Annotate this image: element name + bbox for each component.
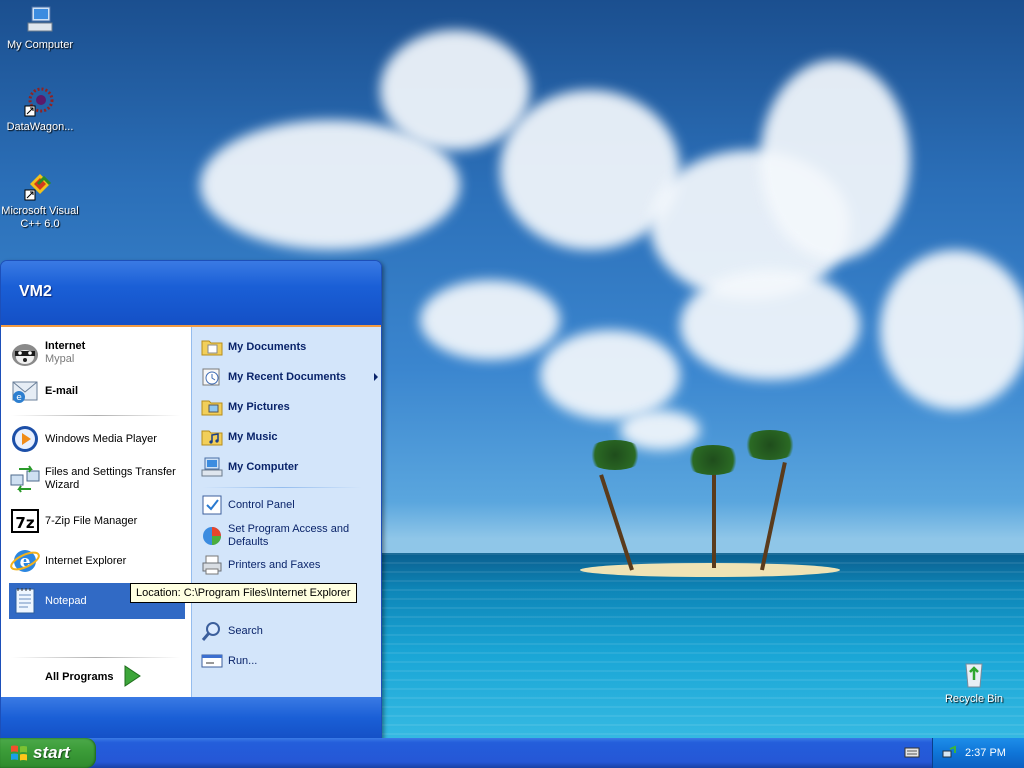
start-menu-left-pane: Internet Mypal e E-mail Windows Media Pl… <box>1 327 191 697</box>
setting-run[interactable]: Run... <box>200 649 374 673</box>
datawagon-icon <box>24 86 56 118</box>
control-panel-icon <box>200 493 224 517</box>
start-button[interactable]: start <box>0 738 96 768</box>
clock[interactable]: 2:37 PM <box>965 747 1006 759</box>
pinned-item-internet[interactable]: Internet Mypal <box>9 335 185 371</box>
start-menu: VM2 Internet Mypal e E-mail Windows Medi… <box>0 260 382 740</box>
desktop-icon-label: Recycle Bin <box>944 693 1004 705</box>
svg-text:e: e <box>16 393 22 403</box>
cloud <box>380 30 530 150</box>
desktop-icon-my-computer[interactable]: My Computer <box>0 4 80 52</box>
setting-label: Search <box>228 625 263 637</box>
recent-item-label: 7-Zip File Manager <box>45 514 138 527</box>
place-label: My Computer <box>228 461 299 473</box>
cloud <box>420 280 560 360</box>
start-menu-right-pane: My Documents My Recent Documents My Pict <box>191 327 381 697</box>
taskbar: start 2:37 PM <box>0 738 1024 768</box>
transfer-wizard-icon <box>9 463 41 495</box>
green-arrow-icon <box>123 664 142 690</box>
printer-icon <box>200 553 224 577</box>
folder-pictures-icon <box>200 395 224 419</box>
setting-search[interactable]: Search <box>200 619 374 643</box>
user-name: VM2 <box>19 283 52 300</box>
desktop-icon-datawagon[interactable]: DataWagon... <box>0 86 80 134</box>
computer-icon <box>200 455 224 479</box>
place-my-music[interactable]: My Music <box>200 423 374 451</box>
desktop-icon-visual-cpp[interactable]: Microsoft Visual C++ 6.0 <box>0 170 80 231</box>
palm-trunk <box>712 470 716 568</box>
setting-label: Run... <box>228 655 258 667</box>
place-my-recent-documents[interactable]: My Recent Documents <box>200 363 378 391</box>
recent-item-label: Notepad <box>45 594 87 607</box>
visual-cpp-icon <box>24 170 56 202</box>
pinned-item-email[interactable]: e E-mail <box>9 373 185 409</box>
notepad-icon <box>9 585 41 617</box>
setting-label: Printers and Faxes <box>228 559 321 571</box>
recent-item-label: Internet Explorer <box>45 554 127 567</box>
pinned-item-title: E-mail <box>45 384 79 397</box>
palm-leaves <box>740 430 800 460</box>
location-tooltip: Location: C:\Program Files\Internet Expl… <box>130 583 357 603</box>
recycle-bin-icon <box>958 658 990 690</box>
island <box>580 563 840 577</box>
submenu-arrow-icon <box>374 373 378 381</box>
start-menu-footer <box>1 697 381 739</box>
setting-label: Control Panel <box>228 499 295 511</box>
place-label: My Recent Documents <box>228 371 346 383</box>
start-menu-header: VM2 <box>1 261 381 327</box>
setting-printers-faxes[interactable]: Printers and Faxes <box>200 553 374 577</box>
palm-leaves <box>585 440 645 470</box>
recent-item-label: Windows Media Player <box>45 432 157 445</box>
setting-control-panel[interactable]: Control Panel <box>200 493 374 517</box>
cloud <box>760 60 910 260</box>
pinned-item-subtitle: Mypal <box>45 353 75 365</box>
search-icon <box>200 619 224 643</box>
place-my-computer[interactable]: My Computer <box>200 453 374 481</box>
cloud <box>880 250 1024 410</box>
network-icon[interactable] <box>941 745 957 761</box>
cloud <box>540 330 680 420</box>
recent-item-internet-explorer[interactable]: e Internet Explorer <box>9 543 185 579</box>
setting-label: Set Program Access and Defaults <box>228 523 350 548</box>
svg-text:7z: 7z <box>15 514 34 532</box>
desktop-icon-label: My Computer <box>6 39 74 51</box>
place-label: My Documents <box>228 341 307 353</box>
keyboard-icon[interactable] <box>904 745 920 759</box>
cloud <box>680 270 860 380</box>
separator <box>202 487 362 488</box>
windows-flag-icon <box>10 744 28 762</box>
place-label: My Music <box>228 431 278 443</box>
program-access-icon <box>200 524 224 548</box>
run-icon <box>200 649 224 673</box>
folder-music-icon <box>200 425 224 449</box>
setting-program-access[interactable]: Set Program Access and Defaults <box>200 521 374 551</box>
all-programs-button[interactable]: All Programs <box>45 663 155 691</box>
separator <box>11 657 181 658</box>
recent-documents-icon <box>200 365 224 389</box>
media-player-icon <box>9 423 41 455</box>
pinned-item-title: Internet <box>45 340 86 352</box>
raccoon-browser-icon <box>9 337 41 369</box>
recent-item-7zip[interactable]: 7z 7-Zip File Manager <box>9 503 185 539</box>
computer-icon <box>24 4 56 36</box>
email-icon: e <box>9 375 41 407</box>
place-label: My Pictures <box>228 401 290 413</box>
internet-explorer-icon: e <box>9 545 41 577</box>
7zip-icon: 7z <box>9 505 41 537</box>
place-my-documents[interactable]: My Documents <box>200 333 374 361</box>
palm-leaves <box>683 445 743 475</box>
all-programs-label: All Programs <box>45 670 114 683</box>
recent-item-windows-media-player[interactable]: Windows Media Player <box>9 421 185 457</box>
desktop-icon-recycle-bin[interactable]: Recycle Bin <box>934 658 1014 706</box>
separator <box>11 415 181 416</box>
recent-item-files-settings-transfer[interactable]: Files and Settings Transfer Wizard <box>9 461 185 497</box>
desktop-icon-label: Microsoft Visual C++ 6.0 <box>1 205 79 230</box>
place-my-pictures[interactable]: My Pictures <box>200 393 374 421</box>
desktop-icon-label: DataWagon... <box>6 121 74 133</box>
system-tray: 2:37 PM <box>932 738 1024 768</box>
recent-item-label: Files and Settings Transfer Wizard <box>45 466 176 491</box>
start-label: start <box>33 743 70 762</box>
folder-documents-icon <box>200 335 224 359</box>
